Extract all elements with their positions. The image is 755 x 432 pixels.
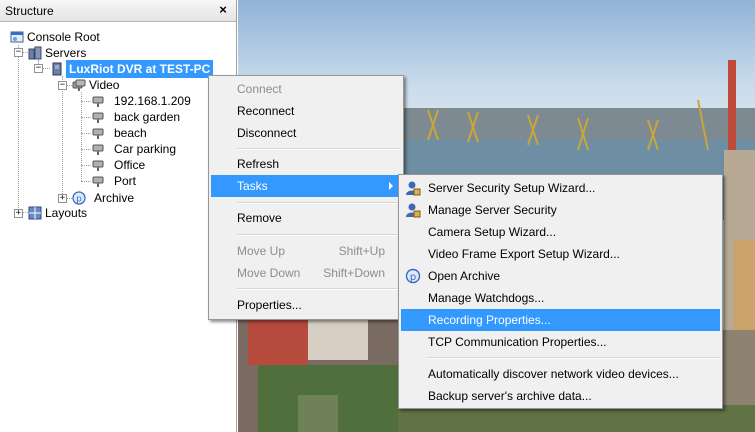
camera-setup-wizard-menu-item[interactable]: Camera Setup Wizard... [401,221,720,243]
camera-icon [92,128,104,139]
menu-label: Automatically discover network video dev… [428,367,679,381]
menu-separator [427,357,720,359]
recording-properties-menu-item[interactable]: Recording Properties... [401,309,720,331]
server-security-wizard-menu-item[interactable]: Server Security Setup Wizard... [401,177,720,199]
menu-label: Open Archive [428,269,501,283]
remove-menu-item[interactable]: Remove [211,207,401,229]
menu-label: Connect [237,82,282,96]
menu-label: Camera Setup Wizard... [428,225,557,239]
svg-text:p: p [76,195,82,205]
tree-label: Video [89,78,120,92]
menu-label: Manage Server Security [428,203,557,217]
auto-discover-menu-item[interactable]: Automatically discover network video dev… [401,363,720,385]
tree-label: Office [114,158,146,172]
menu-label: Disconnect [237,126,297,140]
panel-title: Structure [5,4,54,18]
tree-line [81,101,91,102]
shortcut-label: Shift+Down [323,266,385,280]
disconnect-menu-item[interactable]: Disconnect [211,122,401,144]
menu-label: Remove [237,211,282,225]
camera-icon [92,160,104,171]
menu-separator [237,288,401,290]
expand-icon[interactable]: + [58,194,67,203]
connect-menu-item[interactable]: Connect [211,78,401,100]
menu-separator [237,148,401,150]
video-frame-export-wizard-menu-item[interactable]: Video Frame Export Setup Wizard... [401,243,720,265]
camera-group-icon [72,79,86,91]
manage-watchdogs-menu-item[interactable]: Manage Watchdogs... [401,287,720,309]
tree-line [62,76,63,198]
tree-label: beach [114,126,147,140]
svg-text:p: p [410,272,416,283]
menu-label: Move Up [237,244,286,258]
menu-label: TCP Communication Properties... [428,335,607,349]
tree-line [81,165,91,166]
console-icon [10,31,24,43]
menu-label: Backup server's archive data... [428,389,592,403]
menu-separator [237,202,401,204]
context-menu: Connect Reconnect Disconnect Refresh Tas… [208,75,404,320]
archive-icon: p [72,191,86,205]
collapse-icon[interactable]: − [14,48,23,57]
archive-icon: p [405,268,421,284]
camera-icon [92,144,104,155]
layouts-icon [28,206,42,220]
menu-label: Recording Properties... [428,313,551,327]
tree-label: Servers [45,46,87,60]
tasks-menu-item[interactable]: Tasks [211,175,401,197]
move-up-menu-item[interactable]: Move Up Shift+Up [211,240,401,262]
manage-server-security-menu-item[interactable]: Manage Server Security [401,199,720,221]
menu-label: Server Security Setup Wizard... [428,181,596,195]
tree-line [81,117,91,118]
servers-icon [28,46,42,60]
camera-icon [92,176,104,187]
server-icon [52,62,62,76]
tree-line [81,133,91,134]
open-archive-menu-item[interactable]: p Open Archive [401,265,720,287]
tree-line [18,45,19,212]
collapse-icon[interactable]: − [34,64,43,73]
backup-archive-menu-item[interactable]: Backup server's archive data... [401,385,720,407]
tree-label: Car parking [114,142,177,156]
tree-label: 192.168.1.209 [114,94,191,108]
move-down-menu-item[interactable]: Move Down Shift+Down [211,262,401,284]
tree-label: Archive [94,191,135,205]
structure-panel: Structure × Console Root − Servers − Lux… [0,0,237,432]
tasks-submenu: Server Security Setup Wizard... Manage S… [398,174,723,409]
panel-header: Structure × [0,0,236,22]
expand-icon[interactable]: + [14,209,23,218]
camera-icon [92,112,104,123]
close-icon[interactable]: × [216,2,230,18]
properties-menu-item[interactable]: Properties... [211,294,401,316]
menu-label: Manage Watchdogs... [428,291,545,305]
tree-line [81,149,91,150]
submenu-arrow-icon [389,182,393,190]
lock-user-icon [406,203,421,218]
tree-line [81,181,91,182]
menu-label: Reconnect [237,104,295,118]
shortcut-label: Shift+Up [338,244,385,258]
lock-user-icon [406,181,421,196]
menu-label: Video Frame Export Setup Wizard... [428,247,620,261]
tree-label: Layouts [45,206,88,220]
collapse-icon[interactable]: − [58,81,67,90]
tcp-properties-menu-item[interactable]: TCP Communication Properties... [401,331,720,353]
reconnect-menu-item[interactable]: Reconnect [211,100,401,122]
menu-label: Properties... [237,298,302,312]
menu-label: Tasks [237,179,268,193]
tree-label: back garden [114,110,181,124]
menu-label: Move Down [237,266,301,280]
refresh-menu-item[interactable]: Refresh [211,153,401,175]
tree-line [81,92,82,181]
tree-label: LuxRiot DVR at TEST-PC [66,60,214,78]
tree-label: Port [114,174,137,188]
camera-icon [92,96,104,107]
menu-separator [237,234,401,236]
tree-label: Console Root [27,30,100,44]
menu-label: Refresh [237,157,280,171]
